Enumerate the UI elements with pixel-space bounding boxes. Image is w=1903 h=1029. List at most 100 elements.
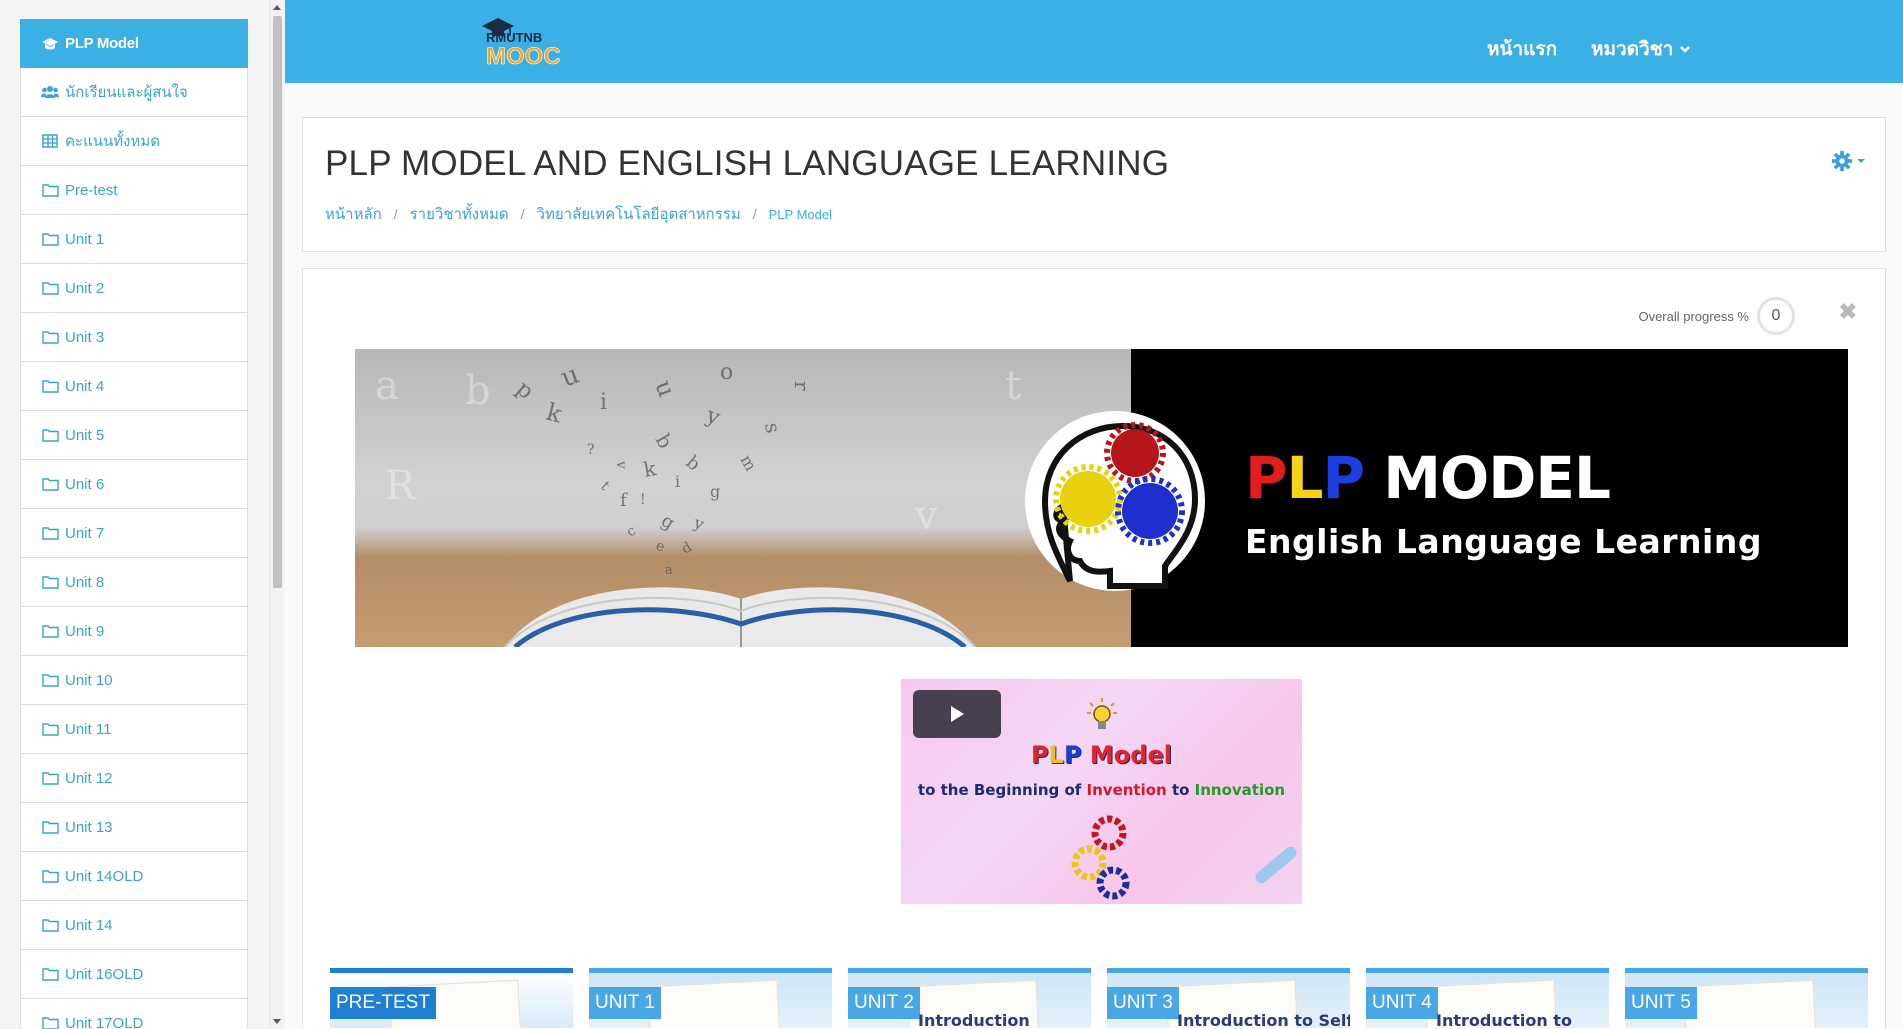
table-icon [41,133,59,149]
sidebar-item[interactable]: Unit 5 [20,411,248,460]
sidebar-item-label: Unit 14 [65,916,113,934]
svg-text:k: k [543,398,565,429]
card-label: UNIT 4 [1366,987,1438,1019]
unit-card[interactable]: UNIT 3 Introduction to Self- [1107,968,1350,1028]
sidebar-item[interactable]: Unit 1 [20,215,248,264]
nav-home-link[interactable]: หน้าแรก [1487,34,1557,64]
page-title: PLP MODEL AND ENGLISH LANGUAGE LEARNING [325,144,1170,183]
sidebar-item[interactable]: Unit 3 [20,313,248,362]
sidebar-item-label: Unit 3 [65,328,105,346]
svg-text:g: g [710,482,720,501]
sidebar-item[interactable]: Unit 9 [20,607,248,656]
play-button[interactable] [913,690,1001,738]
caret-down-icon [1857,159,1865,163]
sidebar-item[interactable]: Pre-test [20,166,248,215]
sidebar-item[interactable]: Unit 8 [20,558,248,607]
card-subtitle: Introduction to Self- [1177,1011,1350,1028]
svg-text:a: a [375,363,399,409]
sidebar-item[interactable]: Unit 11 [20,705,248,754]
page-header: PLP MODEL AND ENGLISH LANGUAGE LEARNING … [302,117,1886,252]
banner-subtitle: English Language Learning [1245,522,1762,561]
progress-circle: 0 [1757,297,1795,335]
svg-text:e: e [654,538,667,556]
svg-text:s: s [760,421,785,435]
sidebar-item[interactable]: Unit 7 [20,509,248,558]
card-subtitle: Introduction to [1436,1011,1572,1028]
gear-icon [1831,150,1853,172]
banner-title-rest: MODEL [1364,444,1611,512]
scroll-down-arrow[interactable] [273,1019,281,1024]
video-tagline: to the Beginning of Invention to Innovat… [901,781,1302,799]
nav-category-dropdown[interactable]: หมวดวิชา [1591,34,1691,64]
scroll-thumb[interactable] [273,16,282,588]
sidebar-item[interactable]: Unit 10 [20,656,248,705]
svg-text:v: v [914,493,938,539]
scroll-up-arrow[interactable] [273,5,281,10]
tagline-part: to the Beginning of [917,781,1087,799]
svg-text:t: t [597,479,613,495]
chevron-down-icon [1680,46,1691,53]
card-subtitle: Introduction [918,1011,1030,1028]
folder-icon [41,182,59,198]
sidebar-item-label: Unit 13 [65,818,113,836]
banner-title-p1: P [1245,444,1288,512]
sidebar-item[interactable]: Unit 14 [20,901,248,950]
sidebar-item-label: Unit 2 [65,279,105,297]
card-thumbnail [1683,979,1817,1028]
sidebar-item-label: Unit 10 [65,671,113,689]
unit-card[interactable]: PRE-TEST [330,968,573,1028]
sidebar-item-label: Pre-test [65,181,118,199]
card-label: UNIT 3 [1107,987,1179,1019]
unit-card[interactable]: UNIT 5 [1625,968,1868,1028]
folder-icon [41,427,59,443]
video-title-l: L [1048,741,1064,769]
breadcrumb-home[interactable]: หน้าหลัก [325,202,382,226]
folder-icon [41,721,59,737]
site-logo[interactable]: RMUTNB MOOC [472,12,562,68]
sidebar-item[interactable]: Unit 13 [20,803,248,852]
sidebar-item-label: Unit 6 [65,475,105,493]
unit-card[interactable]: UNIT 4 Introduction to [1366,968,1609,1028]
svg-text:d: d [679,539,695,557]
breadcrumb-separator: / [520,206,525,222]
card-label: UNIT 1 [589,987,661,1019]
close-icon[interactable]: ✖ [1839,299,1857,325]
folder-icon [41,329,59,345]
course-actions-menu[interactable] [1831,150,1865,172]
unit-card[interactable]: UNIT 2 Introduction [848,968,1091,1028]
sidebar-item-label: คะแนนทั้งหมด [65,133,160,150]
sidebar-item[interactable]: Unit 16OLD [20,950,248,999]
banner-title-l: L [1286,444,1324,512]
folder-icon [41,476,59,492]
tagline-innovation: Innovation [1194,781,1286,799]
sidebar-item[interactable]: Unit 17OLD [20,999,248,1029]
banner-title-p2: P [1322,444,1365,512]
intro-video[interactable]: PLP Model to the Beginning of Invention … [901,679,1302,904]
breadcrumb-all-courses[interactable]: รายวิชาทั้งหมด [410,202,509,226]
unit-card[interactable]: UNIT 1 [589,968,832,1028]
video-title-p1: P [1031,741,1049,769]
sidebar-item[interactable]: Unit 14OLD [20,852,248,901]
nav-category-label: หมวดวิชา [1591,39,1674,60]
svg-text:b: b [465,368,491,414]
svg-text:o: o [720,360,733,385]
sidebar-item[interactable]: Unit 2 [20,264,248,313]
breadcrumb-separator: / [393,206,398,222]
breadcrumb-category[interactable]: วิทยาลัยเทคโนโลยีอุตสาหกรรม [537,202,741,226]
svg-text:p: p [511,376,538,404]
folder-icon [41,280,59,296]
svg-text:a: a [665,563,673,578]
sidebar-item[interactable]: คะแนนทั้งหมด [20,117,248,166]
sidebar-scrollbar[interactable] [269,0,283,1029]
breadcrumb: หน้าหลัก / รายวิชาทั้งหมด / วิทยาลัยเทคโ… [325,202,832,226]
sidebar-item[interactable]: Unit 12 [20,754,248,803]
folder-icon [41,672,59,688]
svg-text:!: ! [640,492,646,508]
card-thumbnail [647,979,781,1028]
sidebar-item[interactable]: นักเรียนและผู้สนใจ [20,68,248,117]
sidebar-item[interactable]: Unit 4 [20,362,248,411]
sidebar-item[interactable]: Unit 6 [20,460,248,509]
sidebar-item[interactable]: PLP Model [20,19,248,68]
svg-text:g: g [658,510,678,534]
sidebar-item-label: Unit 5 [65,426,105,444]
